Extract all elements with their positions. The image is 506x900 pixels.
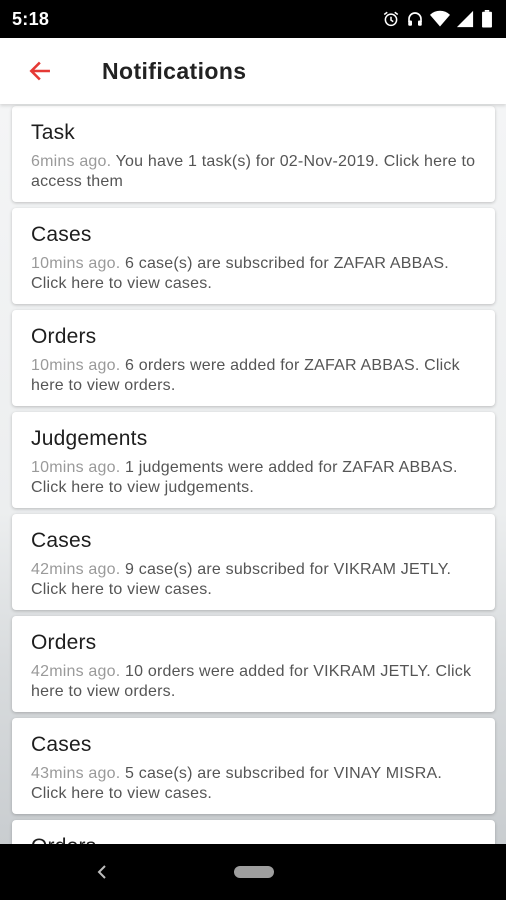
signal-icon: [456, 10, 474, 28]
notification-time: 10mins ago.: [31, 459, 121, 476]
notification-time: 42mins ago.: [31, 663, 121, 680]
wifi-icon: [430, 10, 450, 27]
status-bar: 5:18: [0, 0, 506, 38]
notification-title: Orders: [31, 834, 477, 844]
app-bar: Notifications: [0, 38, 506, 104]
notification-card[interactable]: Orders 42mins ago. 10 orders were added …: [12, 616, 495, 712]
page-title: Notifications: [102, 57, 247, 84]
notification-body: 43mins ago. 5 case(s) are subscribed for…: [31, 764, 477, 804]
status-time: 5:18: [12, 8, 50, 29]
notification-time: 10mins ago.: [31, 357, 121, 374]
back-button[interactable]: [12, 43, 68, 99]
notification-body: 42mins ago. 10 orders were added for VIK…: [31, 662, 477, 702]
notification-body: 10mins ago. 6 orders were added for ZAFA…: [31, 356, 477, 396]
battery-icon: [482, 10, 492, 28]
notification-body: 42mins ago. 9 case(s) are subscribed for…: [31, 560, 477, 600]
notification-time: 43mins ago.: [31, 765, 121, 782]
notification-card[interactable]: Cases 10mins ago. 6 case(s) are subscrib…: [12, 208, 495, 304]
arrow-left-icon: [29, 61, 50, 81]
notification-card[interactable]: Judgements 10mins ago. 1 judgements were…: [12, 412, 495, 508]
notification-card[interactable]: Orders 10mins ago. 6 orders were added f…: [12, 310, 495, 406]
headset-icon: [408, 12, 422, 26]
status-icons: [382, 10, 494, 28]
notification-card[interactable]: Orders: [12, 820, 495, 844]
notification-time: 10mins ago.: [31, 255, 121, 272]
notification-body: 6mins ago. You have 1 task(s) for 02-Nov…: [31, 152, 477, 192]
notification-title: Cases: [31, 529, 92, 552]
notification-body: 10mins ago. 1 judgements were added for …: [31, 458, 477, 498]
notification-time: 42mins ago.: [31, 561, 121, 578]
notification-time: 6mins ago.: [31, 153, 112, 170]
nav-back-icon[interactable]: [92, 861, 114, 883]
alarm-icon: [383, 11, 399, 27]
notification-title: Orders: [31, 631, 97, 654]
notification-title: Task: [31, 121, 75, 144]
notification-card[interactable]: Task 6mins ago. You have 1 task(s) for 0…: [12, 106, 495, 202]
notification-title: Judgements: [31, 427, 148, 450]
notification-title: Orders: [31, 325, 97, 348]
notification-list[interactable]: Task 6mins ago. You have 1 task(s) for 0…: [0, 104, 506, 844]
system-nav-bar: [0, 844, 506, 900]
notification-title: Cases: [31, 733, 92, 756]
notification-card[interactable]: Cases 42mins ago. 9 case(s) are subscrib…: [12, 514, 495, 610]
notification-title: Cases: [31, 223, 92, 246]
home-pill-icon[interactable]: [234, 866, 274, 878]
notification-body: 10mins ago. 6 case(s) are subscribed for…: [31, 254, 477, 294]
notification-card[interactable]: Cases 43mins ago. 5 case(s) are subscrib…: [12, 718, 495, 814]
